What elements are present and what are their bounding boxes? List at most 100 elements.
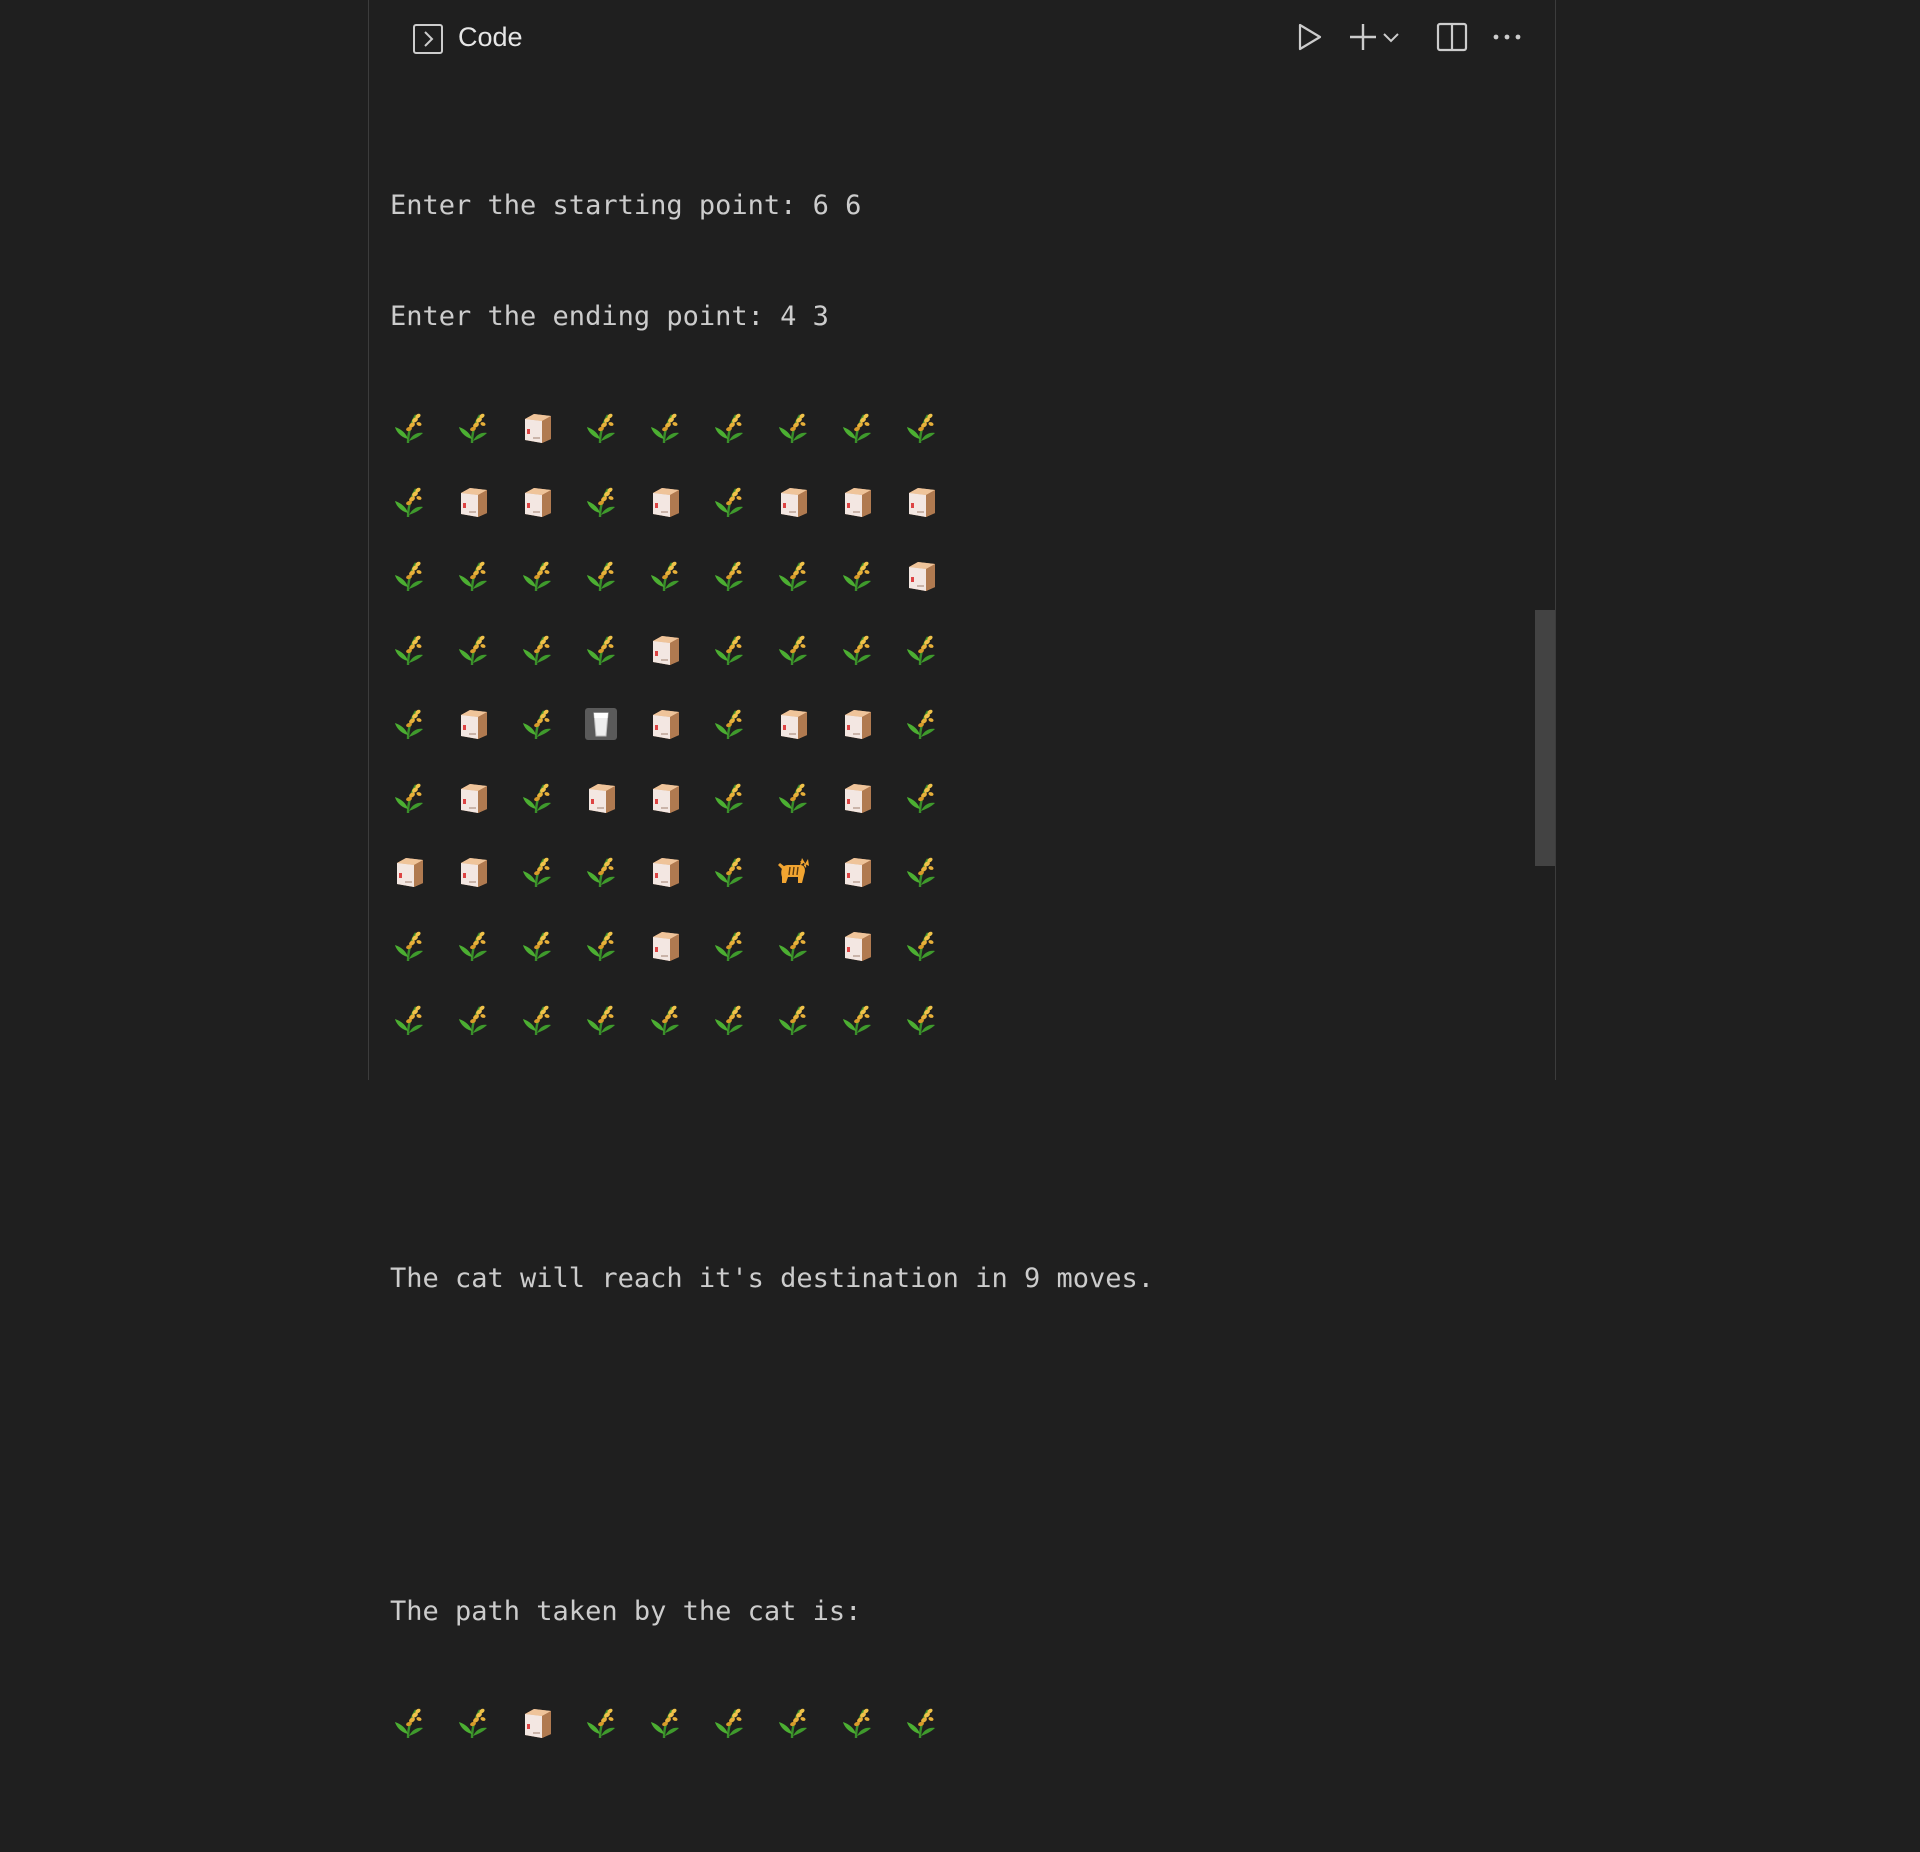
crop-icon (774, 409, 838, 446)
crop-icon (390, 557, 454, 594)
crop-icon (646, 557, 710, 594)
crop-icon (646, 1001, 710, 1038)
split-editor-icon[interactable] (1435, 20, 1469, 54)
crop-icon (838, 557, 902, 594)
box-icon (454, 853, 518, 890)
crop-icon (838, 1001, 902, 1038)
path-grid (390, 1704, 1555, 1778)
crop-icon (454, 1001, 518, 1038)
crop-icon (582, 483, 646, 520)
maze-grid (390, 409, 1555, 1075)
crop-icon (710, 1704, 774, 1741)
terminal-icon (413, 24, 443, 54)
crop-icon (710, 409, 774, 446)
cell-toolbar: Code (369, 0, 1555, 76)
grid-row (390, 1001, 1555, 1075)
box-icon (902, 557, 966, 594)
chevron-down-icon[interactable] (1381, 20, 1401, 54)
crop-icon (902, 853, 966, 890)
crop-icon (902, 1704, 966, 1741)
box-icon (774, 705, 838, 742)
grid-row (390, 1704, 1555, 1778)
crop-icon (774, 631, 838, 668)
crop-icon (774, 779, 838, 816)
grid-row (390, 779, 1555, 853)
crop-icon (454, 631, 518, 668)
grid-row (390, 557, 1555, 631)
crop-icon (582, 557, 646, 594)
box-icon (518, 483, 582, 520)
crop-icon (902, 409, 966, 446)
box-icon (838, 483, 902, 520)
path-label: The path taken by the cat is: (390, 1596, 862, 1627)
crop-icon (454, 1704, 518, 1741)
crop-icon (518, 1001, 582, 1038)
crop-icon (774, 927, 838, 964)
box-icon (518, 1704, 582, 1741)
crop-icon (902, 1001, 966, 1038)
crop-icon (390, 927, 454, 964)
crop-icon (646, 409, 710, 446)
add-icon[interactable] (1346, 20, 1380, 54)
box-icon (774, 483, 838, 520)
box-icon (582, 779, 646, 816)
crop-icon (454, 557, 518, 594)
crop-icon (390, 1001, 454, 1038)
box-icon (902, 483, 966, 520)
crop-icon (518, 631, 582, 668)
result-text: The cat will reach it's destination in 9… (390, 1263, 1155, 1294)
box-icon (518, 409, 582, 446)
crop-icon (710, 779, 774, 816)
grid-row (390, 631, 1555, 705)
crop-icon (902, 631, 966, 668)
crop-icon (710, 631, 774, 668)
box-icon (646, 853, 710, 890)
more-actions-icon[interactable] (1490, 20, 1524, 54)
crop-icon (390, 1704, 454, 1741)
crop-icon (838, 631, 902, 668)
box-icon (646, 705, 710, 742)
box-icon (390, 853, 454, 890)
crop-icon (518, 557, 582, 594)
crop-icon (710, 557, 774, 594)
crop-icon (454, 409, 518, 446)
crop-icon (902, 705, 966, 742)
milk-glass-icon (582, 705, 646, 742)
crop-icon (774, 1704, 838, 1741)
box-icon (838, 927, 902, 964)
crop-icon (582, 927, 646, 964)
crop-icon (902, 927, 966, 964)
cat-icon (774, 853, 838, 890)
crop-icon (838, 1704, 902, 1741)
crop-icon (518, 927, 582, 964)
box-icon (646, 631, 710, 668)
box-icon (646, 779, 710, 816)
box-icon (646, 927, 710, 964)
crop-icon (390, 705, 454, 742)
crop-icon (518, 779, 582, 816)
crop-icon (710, 853, 774, 890)
notebook-output-panel: Code Enter the starting point: 6 6 Enter… (368, 0, 1556, 1739)
run-icon[interactable] (1292, 20, 1326, 54)
crop-icon (390, 483, 454, 520)
crop-icon (710, 483, 774, 520)
grid-row (390, 705, 1555, 779)
crop-icon (774, 557, 838, 594)
box-icon (454, 705, 518, 742)
box-icon (454, 779, 518, 816)
crop-icon (710, 1001, 774, 1038)
crop-icon (582, 853, 646, 890)
crop-icon (518, 853, 582, 890)
crop-icon (582, 1704, 646, 1741)
crop-icon (710, 927, 774, 964)
box-icon (838, 705, 902, 742)
start-prompt: Enter the starting point: 6 6 (390, 190, 862, 221)
crop-icon (774, 1001, 838, 1038)
grid-row (390, 853, 1555, 927)
box-icon (646, 483, 710, 520)
box-icon (454, 483, 518, 520)
crop-icon (902, 779, 966, 816)
grid-row (390, 409, 1555, 483)
crop-icon (582, 1001, 646, 1038)
scrollbar-thumb[interactable] (1535, 610, 1555, 866)
